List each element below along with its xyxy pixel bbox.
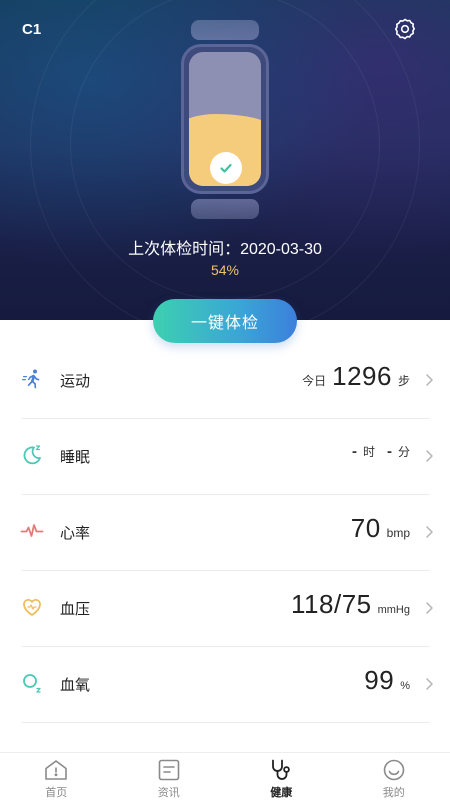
bottom-tab-bar: 首页 资讯 健康 我的 (0, 752, 450, 800)
device-name: C1 (22, 21, 42, 38)
metric-label: 睡眠 (60, 449, 91, 466)
smile-icon (383, 759, 405, 781)
metric-row-blood-pressure[interactable]: 血压 118/75 mmHg (0, 571, 450, 647)
health-header: C1 上次体检时间：2020-03-30 54% (0, 0, 450, 320)
steps-count: 1296 (332, 361, 392, 391)
band-device (181, 44, 269, 194)
home-icon (45, 760, 68, 780)
stethoscope-icon (272, 759, 291, 780)
metric-unit: bmp (386, 526, 410, 540)
band-screen (189, 52, 261, 186)
metric-label: 血压 (60, 601, 91, 618)
tab-label: 我的 (382, 787, 405, 799)
minutes-unit: 分 (397, 445, 410, 459)
health-metric-list: 运动 今日 1296 步 睡眠 - 时 - 分 心率 70 bmp 血压 118… (0, 343, 450, 763)
check-icon (210, 152, 242, 184)
tab-news[interactable]: 资讯 (113, 753, 226, 800)
blood-oxygen-value: 99 (364, 665, 395, 695)
oxygen-icon (23, 674, 41, 693)
band-strap-bottom (191, 199, 259, 219)
tab-label: 资讯 (157, 787, 180, 799)
metric-unit: % (400, 680, 410, 692)
tab-label: 首页 (45, 787, 68, 799)
metric-value: - 时 - 分 (352, 443, 410, 479)
chevron-right-icon (426, 374, 433, 386)
heart-rate-value: 70 (350, 513, 381, 543)
metric-value: 70 bmp (351, 513, 410, 549)
metric-prefix: 今日 (302, 374, 327, 388)
metric-label: 血氧 (60, 677, 91, 694)
running-icon (22, 369, 40, 389)
heart-icon (23, 598, 41, 616)
tab-health[interactable]: 健康 (225, 753, 338, 800)
metric-label: 心率 (60, 525, 91, 542)
chevron-right-icon (426, 526, 433, 538)
hours-unit: 时 (362, 445, 375, 459)
moon-icon (23, 445, 41, 465)
tab-label: 健康 (270, 787, 293, 799)
metric-unit: mmHg (377, 604, 410, 616)
metric-row-sleep[interactable]: 睡眠 - 时 - 分 (0, 419, 450, 495)
metric-row-heart-rate[interactable]: 心率 70 bmp (0, 495, 450, 571)
news-icon (158, 759, 180, 781)
metric-row-blood-oxygen[interactable]: 血氧 99 % (0, 647, 450, 723)
last-check-time: 上次体检时间：2020-03-30 (128, 241, 322, 258)
metric-value: 99 % (364, 665, 410, 701)
chevron-right-icon (426, 450, 433, 462)
tab-home[interactable]: 首页 (0, 753, 113, 800)
gear-icon[interactable] (393, 17, 417, 41)
metric-value: 118/75 mmHg (291, 589, 410, 625)
metric-unit: 步 (397, 374, 410, 388)
metric-value: 今日 1296 步 (302, 361, 410, 397)
sleep-hours: - (351, 443, 357, 460)
heartbeat-icon (20, 524, 44, 537)
metric-row-exercise[interactable]: 运动 今日 1296 步 (0, 343, 450, 419)
sleep-minutes: - (386, 443, 392, 460)
one-click-check-button[interactable]: 一键体检 (153, 299, 297, 343)
battery-percent: 54% (210, 262, 240, 278)
blood-pressure-value: 118/75 (291, 589, 372, 619)
chevron-right-icon (426, 678, 433, 690)
band-strap-top (191, 20, 259, 40)
chevron-right-icon (426, 602, 433, 614)
tab-mine[interactable]: 我的 (338, 753, 450, 800)
metric-label: 运动 (60, 373, 91, 390)
